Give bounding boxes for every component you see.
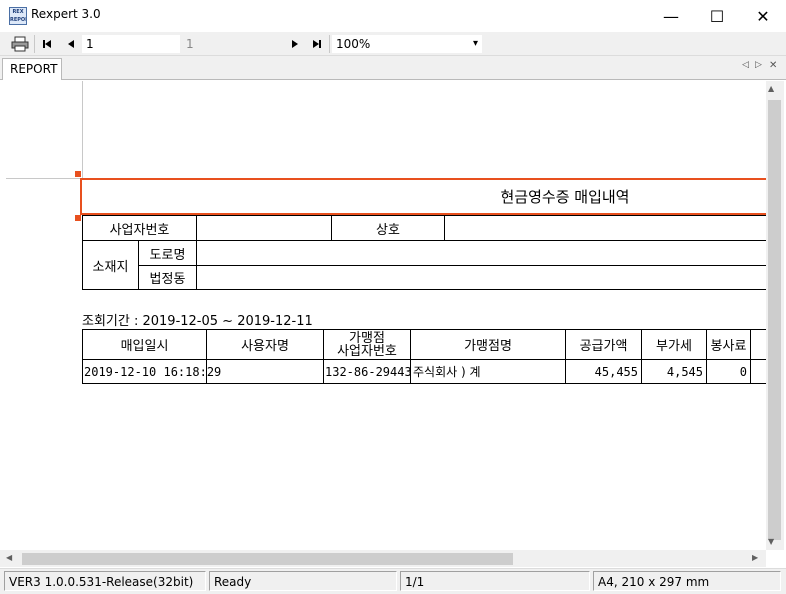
address-label: 소재지 [92,259,129,275]
next-page-icon [292,40,298,48]
first-page-icon [43,40,51,48]
query-period: 조회기간 : 2019-12-05 ~ 2019-12-11 [82,314,313,329]
tab-scroll-left-icon[interactable]: ◁ [742,60,749,70]
zoom-select[interactable]: 100% ▾ [332,35,482,53]
lot-address-label: 법정동 [149,272,186,287]
toolbar-separator [329,35,330,53]
last-page-button[interactable] [308,35,326,53]
header-service-charge: 봉사료 [710,339,747,354]
total-pages-field: 1 [182,35,282,53]
tab-bar: REPORT ◁ ▷ ✕ [0,56,786,80]
toolbar-separator [34,35,35,53]
tab-scroll-right-icon[interactable]: ▷ [755,60,762,70]
close-button[interactable]: ✕ [740,0,786,32]
scroll-right-icon[interactable]: ▶ [752,553,758,562]
first-page-button[interactable] [38,35,56,53]
header-user-name: 사용자명 [241,339,289,354]
last-page-icon [313,40,321,48]
status-page: 1/1 [400,571,590,591]
window-title: Rexpert 3.0 [31,7,101,21]
toolbar: 1 1 100% ▾ [0,32,786,56]
prev-page-button[interactable] [62,35,80,53]
minimize-button[interactable]: — [648,0,694,32]
margin-guide [82,81,83,178]
status-state: Ready [209,571,397,591]
status-version: VER3 1.0.0.531-Release(32bit) [4,571,206,591]
status-paper: A4, 210 x 297 mm [593,571,781,591]
status-bar: VER3 1.0.0.531-Release(32bit) Ready 1/1 … [0,568,786,594]
row-service-charge: 0 [739,364,747,379]
row-user-name [207,360,323,383]
chevron-down-icon: ▾ [472,38,478,49]
print-button[interactable] [8,35,32,53]
company-label: 상호 [376,222,400,238]
table-border [196,215,197,290]
table-border [82,289,766,290]
header-merchant-name: 가맹점명 [464,339,512,354]
table-border [82,383,766,384]
next-page-button[interactable] [286,35,304,53]
row-purchase-datetime: 2019-12-10 16:18:29 [84,364,222,379]
header-vat: 부가세 [656,339,692,354]
app-icon: REX REPORT [9,7,27,25]
selection-handle[interactable] [75,171,81,177]
row-merchant-name: 주식회사 ) 계 [413,365,481,379]
header-supply-amount: 공급가액 [579,339,628,354]
header-merchant-biz-no: 가맹점 사업자번호 [337,330,397,359]
road-address-label: 도로명 [149,247,186,263]
row-vat: 4,545 [666,364,703,379]
table-border [750,329,751,384]
prev-page-icon [68,40,74,48]
vertical-scroll-thumb[interactable] [768,100,781,540]
scroll-left-icon[interactable]: ◀ [6,553,12,562]
horizontal-scroll-thumb[interactable] [22,553,513,565]
tab-report[interactable]: REPORT [2,58,62,80]
table-border [138,265,766,266]
printer-icon [11,36,29,52]
table-border [444,215,445,240]
scroll-up-icon[interactable]: ▲ [768,84,774,93]
maximize-button[interactable]: ☐ [694,0,740,32]
row-merchant-biz-no: 132-86-29443 [325,364,412,379]
header-purchase-datetime: 매입일시 [120,339,169,354]
title-bar: REX REPORT Rexpert 3.0 — ☐ ✕ [0,0,786,32]
scroll-down-icon[interactable]: ▼ [768,537,774,546]
zoom-value: 100% [336,37,371,51]
biz-no-label: 사업자번호 [109,222,170,238]
report-title: 현금영수증 매입내역 [500,188,630,206]
selection-handle[interactable] [75,215,81,221]
report-canvas[interactable]: 현금영수증 매입내역 사업자번호 상호 소재지 도로명 법정동 조회기간 : 2… [0,81,766,550]
current-page-input[interactable]: 1 [82,35,180,53]
row-supply-amount: 45,455 [594,364,638,379]
margin-guide [6,178,82,179]
tab-close-icon[interactable]: ✕ [769,60,777,71]
